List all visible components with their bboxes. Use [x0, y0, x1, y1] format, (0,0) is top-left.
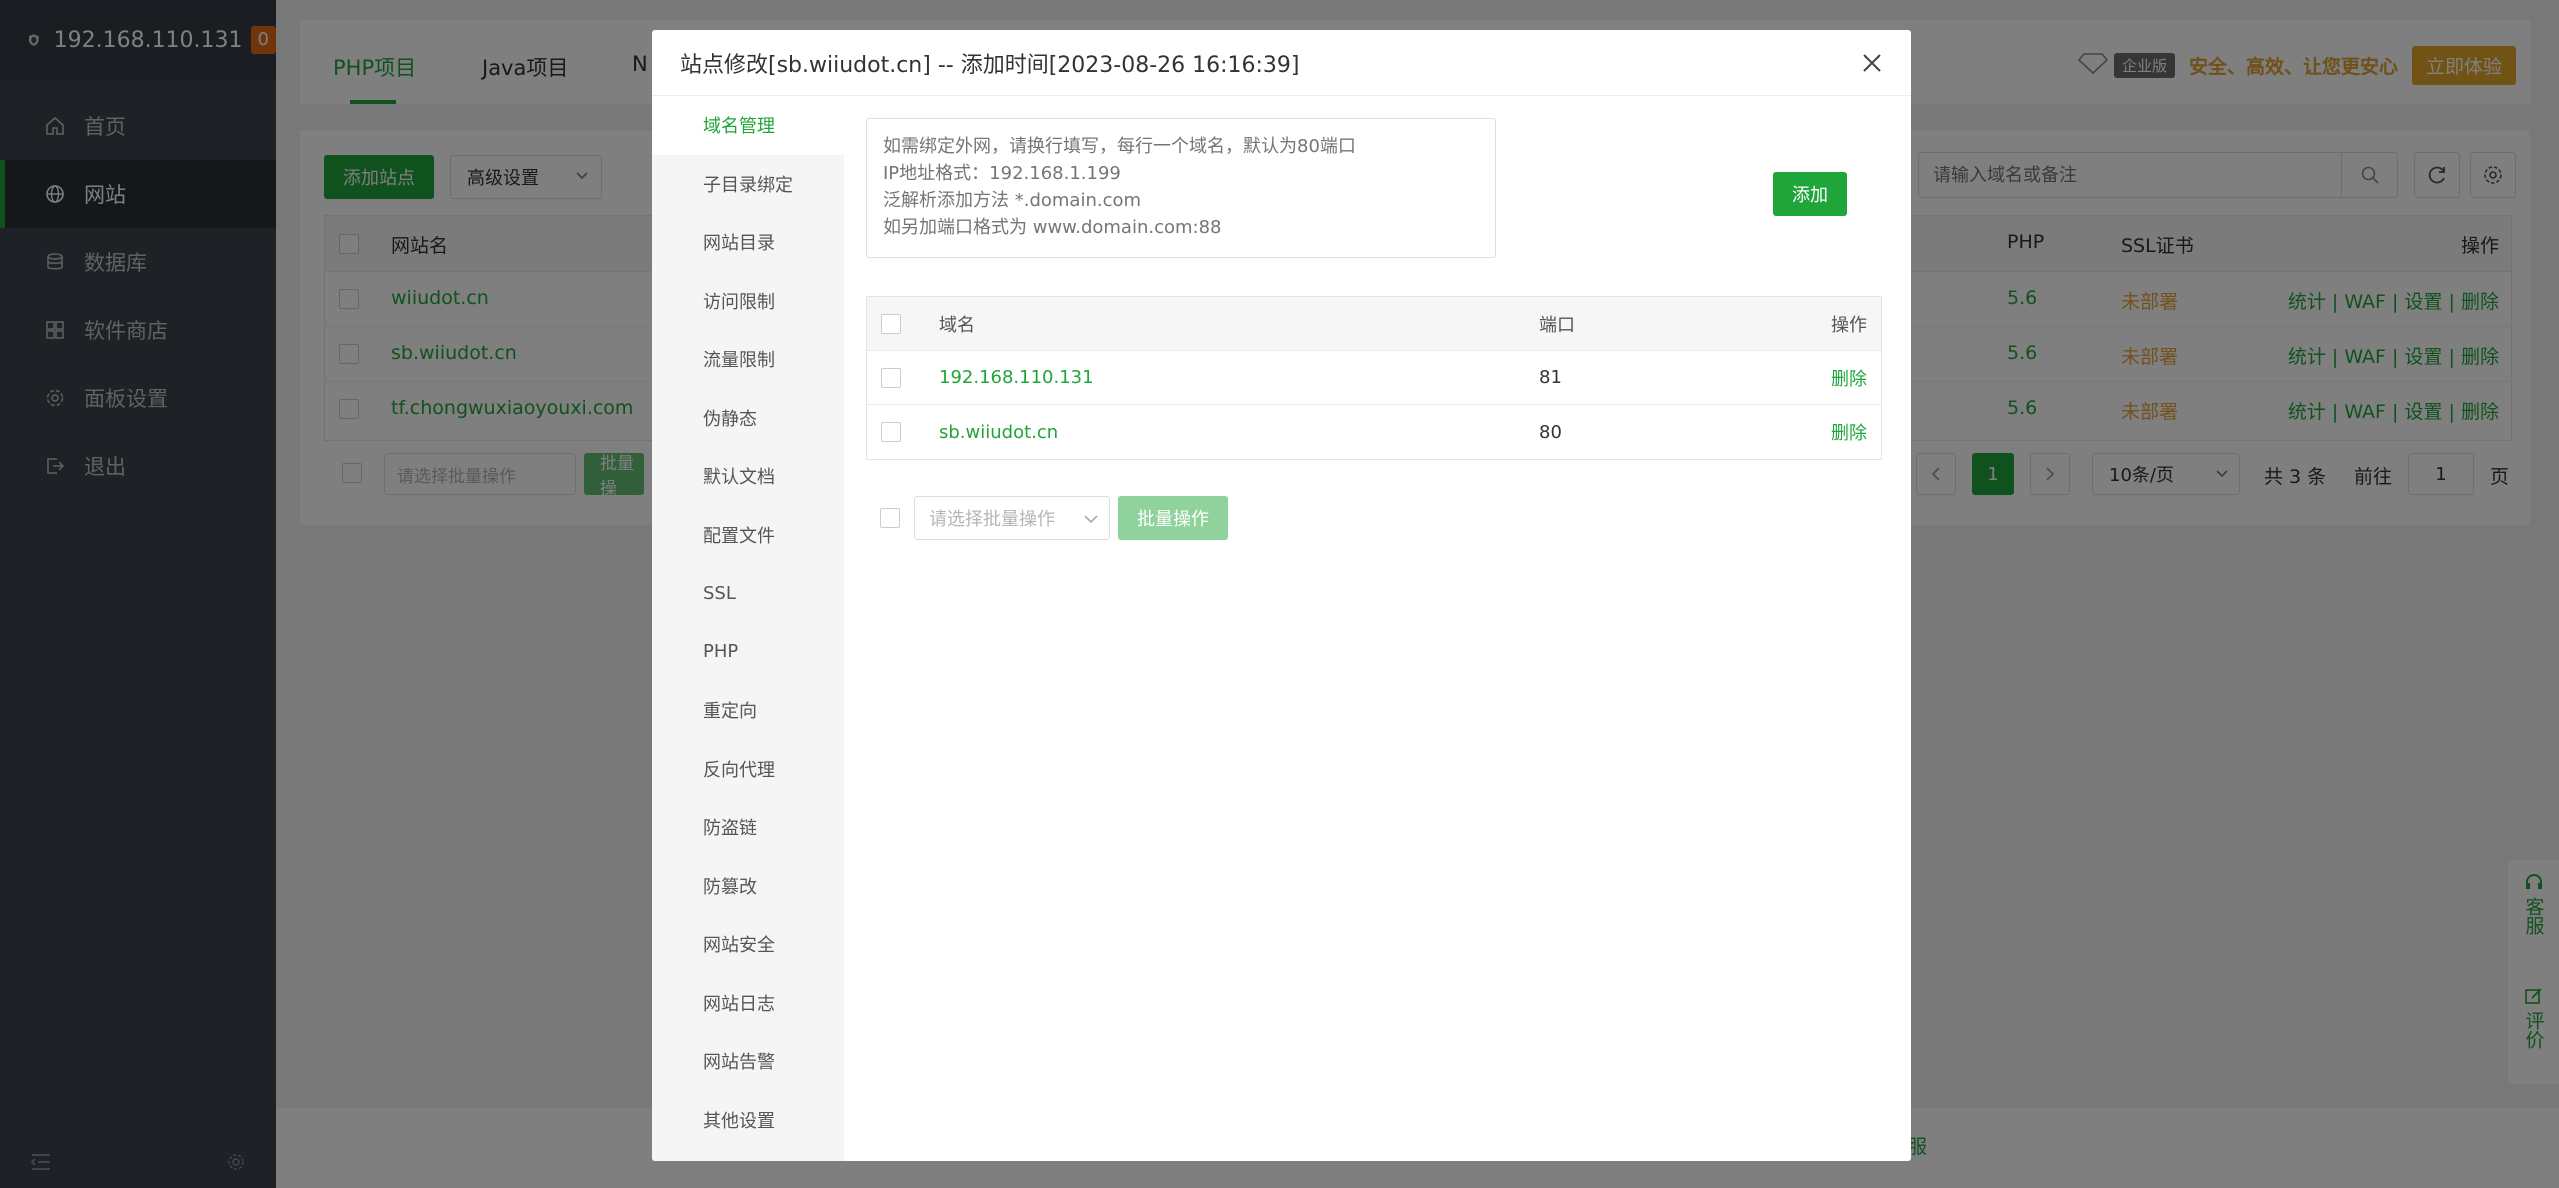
domain-table: 域名 端口 操作 192.168.110.131 81 删除 sb.wiiudo…	[866, 296, 1882, 460]
menu-ssl[interactable]: SSL	[652, 564, 844, 623]
modal-header: 站点修改[sb.wiiudot.cn] -- 添加时间[2023-08-26 1…	[652, 30, 1911, 96]
col-domain: 域名	[939, 314, 975, 336]
batch-action-select[interactable]: 请选择批量操作	[914, 496, 1110, 540]
chevron-down-icon	[1083, 509, 1099, 534]
port-value: 81	[1539, 367, 1562, 388]
domain-table-header: 域名 端口 操作	[867, 297, 1881, 351]
menu-traffic-limit[interactable]: 流量限制	[652, 330, 844, 389]
domain-link[interactable]: 192.168.110.131	[939, 367, 1094, 388]
menu-redirect[interactable]: 重定向	[652, 681, 844, 740]
domain-batch-bar: 请选择批量操作 批量操作	[866, 496, 1228, 540]
port-value: 80	[1539, 421, 1562, 443]
menu-tamper-protection[interactable]: 防篡改	[652, 857, 844, 916]
menu-domain-management[interactable]: 域名管理	[652, 96, 844, 155]
menu-site-logs[interactable]: 网站日志	[652, 974, 844, 1033]
batch-action-button[interactable]: 批量操作	[1118, 496, 1228, 540]
batch-select-checkbox[interactable]	[880, 508, 900, 528]
delete-domain-button[interactable]: 删除	[1831, 365, 1867, 391]
menu-rewrite[interactable]: 伪静态	[652, 389, 844, 448]
delete-domain-button[interactable]: 删除	[1831, 419, 1867, 445]
table-row: sb.wiiudot.cn 80 删除	[867, 405, 1881, 459]
add-domain-button[interactable]: 添加	[1773, 172, 1847, 216]
menu-access-restriction[interactable]: 访问限制	[652, 272, 844, 331]
menu-reverse-proxy[interactable]: 反向代理	[652, 740, 844, 799]
modal-title: 站点修改[sb.wiiudot.cn] -- 添加时间[2023-08-26 1…	[680, 52, 1300, 78]
select-all-checkbox[interactable]	[881, 313, 901, 334]
menu-subdirectory-binding[interactable]: 子目录绑定	[652, 155, 844, 214]
menu-site-directory[interactable]: 网站目录	[652, 213, 844, 272]
row-checkbox[interactable]	[881, 367, 901, 388]
modal-side-menu: 域名管理 子目录绑定 网站目录 访问限制 流量限制 伪静态 默认文档 配置文件 …	[652, 96, 844, 1161]
menu-site-alerts[interactable]: 网站告警	[652, 1032, 844, 1091]
menu-site-security[interactable]: 网站安全	[652, 915, 844, 974]
batch-action-placeholder: 请选择批量操作	[929, 509, 1055, 530]
menu-default-document[interactable]: 默认文档	[652, 447, 844, 506]
row-checkbox[interactable]	[881, 422, 901, 442]
menu-config-file[interactable]: 配置文件	[652, 506, 844, 565]
domain-input[interactable]	[866, 118, 1496, 258]
domain-link[interactable]: sb.wiiudot.cn	[939, 422, 1058, 443]
domain-management-panel: 添加 域名 端口 操作 192.168.110.131 81 删除 sb.wii…	[844, 96, 1911, 1161]
menu-php[interactable]: PHP	[652, 623, 844, 682]
table-row: 192.168.110.131 81 删除	[867, 351, 1881, 405]
menu-hotlink-protection[interactable]: 防盗链	[652, 798, 844, 857]
col-operation: 操作	[1831, 314, 1867, 336]
col-port: 端口	[1539, 314, 1575, 336]
menu-other-settings[interactable]: 其他设置	[652, 1091, 844, 1150]
close-icon[interactable]	[1855, 46, 1889, 80]
site-edit-modal: 站点修改[sb.wiiudot.cn] -- 添加时间[2023-08-26 1…	[652, 30, 1911, 1161]
